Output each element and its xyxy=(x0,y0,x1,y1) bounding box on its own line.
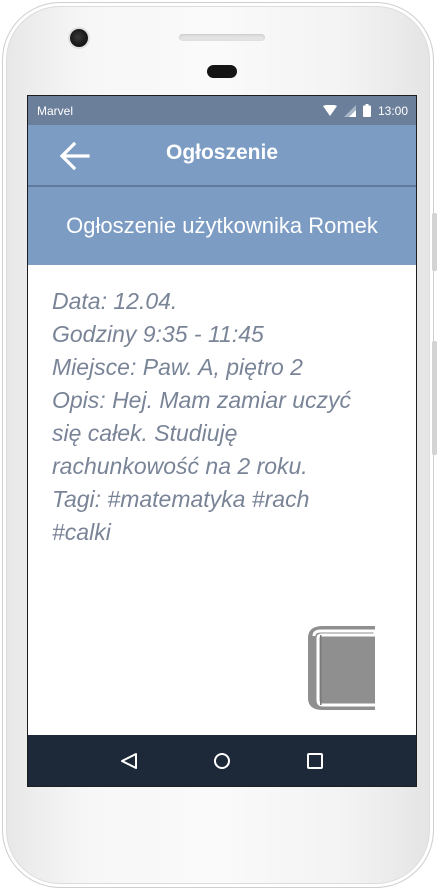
status-bar: Marvel 13:00 xyxy=(28,96,416,125)
phone-frame: Marvel 13:00 Ogłoszenie Ogłoszenie użytk… xyxy=(2,2,437,888)
screen: Marvel 13:00 Ogłoszenie Ogłoszenie użytk… xyxy=(28,96,416,786)
wifi-icon xyxy=(322,104,337,116)
volume-button xyxy=(432,213,437,271)
clock: 13:00 xyxy=(377,103,408,118)
page-title: Ogłoszenie xyxy=(165,141,279,164)
detail-date: Data: 12.04. xyxy=(52,288,178,314)
announcement-header: Ogłoszenie użytkownika Romek xyxy=(28,187,416,265)
nav-home-button[interactable] xyxy=(208,747,236,775)
signal-icon xyxy=(343,104,356,117)
power-button xyxy=(432,341,437,455)
detail-description-cont: rachunkowość na 2 roku. xyxy=(52,453,308,479)
back-triangle-icon xyxy=(120,752,137,769)
recents-square-icon xyxy=(307,752,324,769)
announcement-details: Data: 12.04. Godziny 9:35 - 11:45 Miejsc… xyxy=(28,265,416,549)
detail-description-cont: się całek. Studiuję xyxy=(52,420,238,446)
proximity-sensor xyxy=(207,65,237,78)
carrier-label: Marvel xyxy=(37,103,74,118)
detail-place: Miejsce: Paw. A, piętro 2 xyxy=(52,354,303,380)
front-camera xyxy=(70,29,88,47)
detail-description: Opis: Hej. Mam zamiar uczyć xyxy=(52,387,352,413)
status-icons: 13:00 xyxy=(322,103,408,118)
detail-hours: Godziny 9:35 - 11:45 xyxy=(52,321,264,347)
system-nav-bar xyxy=(28,735,416,786)
battery-icon xyxy=(362,104,371,117)
app-bar: Ogłoszenie xyxy=(28,125,416,187)
detail-tags: Tagi: #matematyka #rach xyxy=(52,486,310,512)
detail-tags-cont: #calki xyxy=(52,519,111,545)
book-icon xyxy=(308,626,375,710)
nav-back-button[interactable] xyxy=(115,747,143,775)
nav-recents-button[interactable] xyxy=(301,747,329,775)
announcement-title: Ogłoszenie użytkownika Romek xyxy=(66,213,378,238)
home-circle-icon xyxy=(213,752,230,769)
earpiece-speaker xyxy=(179,34,265,41)
